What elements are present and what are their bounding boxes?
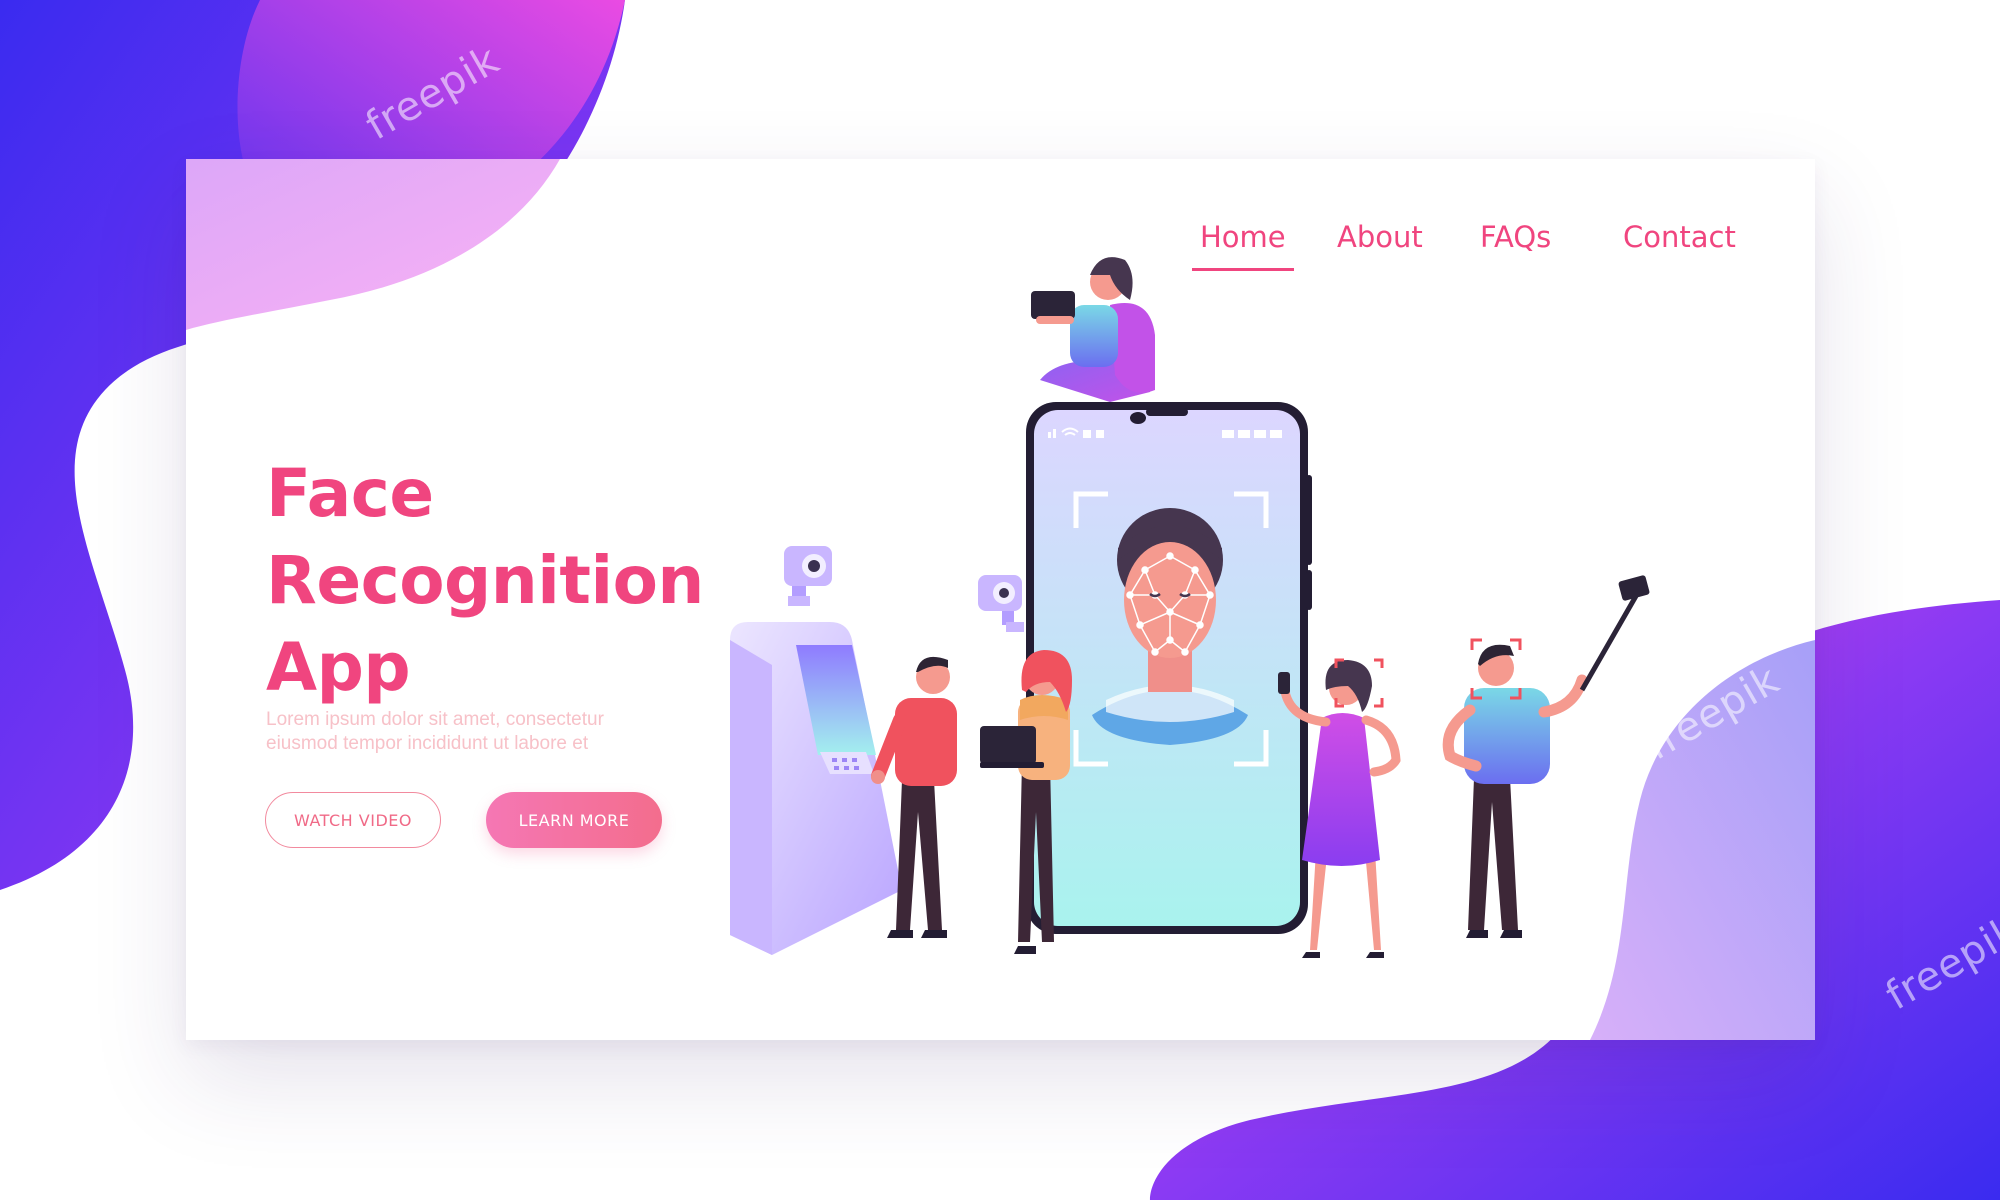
atm-machine bbox=[730, 622, 902, 955]
camera-icon bbox=[978, 575, 1024, 632]
character-man-selfie bbox=[1442, 575, 1650, 938]
selfie-stick-icon bbox=[1579, 575, 1650, 692]
character-woman-tablet bbox=[1031, 257, 1155, 424]
hero-illustration bbox=[730, 257, 1650, 958]
laptop-icon bbox=[980, 726, 1036, 764]
camera-icon bbox=[784, 546, 832, 606]
tablet-icon bbox=[1031, 291, 1075, 319]
